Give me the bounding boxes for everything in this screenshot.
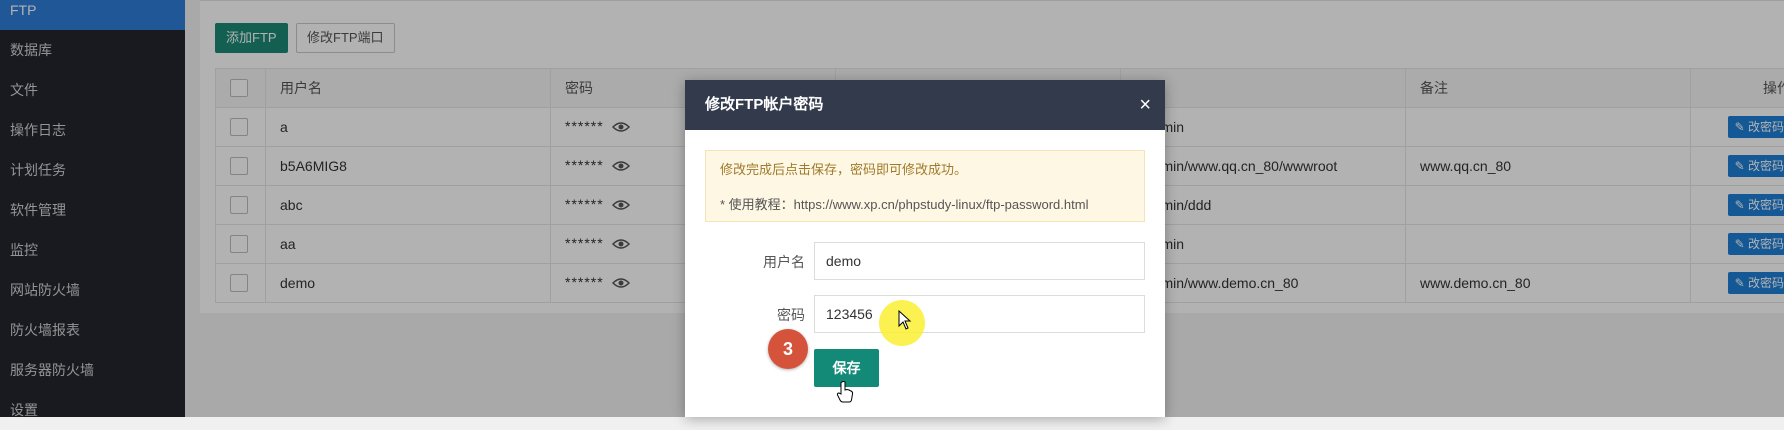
mouse-pointer-icon — [898, 310, 912, 330]
hand-pointer-icon — [836, 381, 854, 403]
notice-message: 修改完成后点击保存，密码即可修改成功。 — [720, 161, 1130, 179]
password-input[interactable] — [814, 295, 1145, 333]
username-label: 用户名 — [705, 252, 805, 272]
dialog-header: 修改FTP帐户密码 × — [685, 80, 1165, 130]
dialog-title: 修改FTP帐户密码 — [705, 96, 823, 113]
username-input[interactable] — [814, 242, 1145, 280]
password-label: 密码 — [705, 305, 805, 325]
tutorial-link[interactable]: * 使用教程：https://www.xp.cn/phpstudy-linux/… — [720, 196, 1130, 214]
change-password-dialog: 修改FTP帐户密码 × 修改完成后点击保存，密码即可修改成功。 * 使用教程：h… — [685, 80, 1165, 417]
notice-box: 修改完成后点击保存，密码即可修改成功。 * 使用教程：https://www.x… — [705, 150, 1145, 222]
step-badge: 3 — [768, 329, 808, 369]
close-icon[interactable]: × — [1139, 80, 1151, 130]
